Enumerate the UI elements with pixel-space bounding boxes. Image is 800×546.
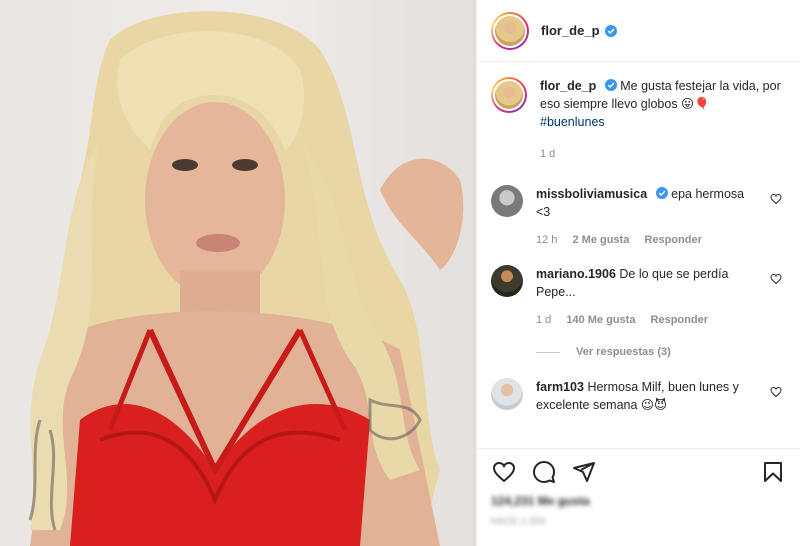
comment-button[interactable]	[531, 459, 557, 485]
comment-likes[interactable]: 2 Me gusta	[572, 234, 629, 246]
verified-badge-icon	[655, 187, 668, 199]
heart-icon[interactable]	[770, 386, 782, 398]
verified-badge-icon	[604, 24, 617, 37]
comment: mariano.1906 De lo que se perdía Pepe...…	[491, 265, 786, 329]
commenter-username[interactable]: missboliviamusica	[536, 187, 647, 201]
share-button[interactable]	[571, 459, 597, 485]
commenter-username[interactable]: farm103	[536, 380, 584, 394]
view-replies-button[interactable]: Ver respuestas (3)	[536, 346, 786, 358]
author-avatar[interactable]	[491, 11, 529, 50]
divider-line	[536, 351, 560, 353]
like-button[interactable]	[491, 459, 517, 485]
share-icon	[573, 461, 595, 482]
save-button[interactable]	[760, 459, 786, 485]
caption-hashtag[interactable]: #buenlunes	[540, 115, 605, 129]
author-username[interactable]: flor_de_p	[541, 23, 600, 38]
caption-time[interactable]: 1 d	[540, 148, 555, 160]
action-bar	[477, 448, 800, 494]
caption: flor_de_p Me gusta festejar la vida, por…	[491, 77, 786, 163]
post-date[interactable]: HACE 1 DÍA	[491, 516, 546, 526]
comments-list: flor_de_p Me gusta festejar la vida, por…	[477, 63, 800, 448]
comment-likes[interactable]: 140 Me gusta	[566, 314, 635, 326]
post-photo[interactable]	[0, 0, 476, 546]
caption-username[interactable]: flor_de_p	[540, 79, 596, 93]
post-side-panel: flor_de_p flor_de_p Me gusta festejar la…	[476, 0, 800, 546]
comment-time[interactable]: 12 h	[536, 234, 557, 246]
photo-illustration	[28, 11, 464, 546]
comment: missboliviamusica epa hermosa <3 12 h 2 …	[491, 185, 786, 249]
commenter-avatar[interactable]	[491, 185, 523, 217]
reply-button[interactable]: Responder	[644, 234, 701, 246]
comment: farm103 Hermosa Milf, buen lunes y excel…	[491, 378, 786, 414]
heart-icon	[492, 461, 516, 482]
verified-badge-icon	[604, 79, 617, 91]
heart-icon[interactable]	[770, 273, 782, 285]
commenter-username[interactable]: mariano.1906	[536, 267, 616, 281]
heart-icon[interactable]	[770, 193, 782, 205]
caption-avatar[interactable]	[491, 77, 527, 113]
view-replies-label: Ver respuestas (3)	[576, 346, 671, 358]
instagram-post: flor_de_p flor_de_p Me gusta festejar la…	[0, 0, 800, 546]
reply-button[interactable]: Responder	[651, 314, 708, 326]
commenter-avatar[interactable]	[491, 378, 523, 410]
likes-count[interactable]: 124,231 Me gusta	[491, 494, 590, 508]
post-header: flor_de_p	[477, 0, 800, 62]
comment-time[interactable]: 1 d	[536, 314, 551, 326]
comment-icon	[533, 460, 555, 483]
commenter-avatar[interactable]	[491, 265, 523, 297]
bookmark-icon	[764, 461, 782, 482]
